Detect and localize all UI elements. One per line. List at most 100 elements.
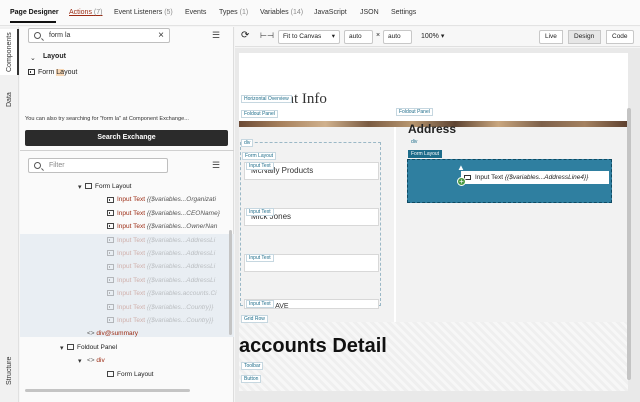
component-form-layout[interactable]: Form Layout (28, 69, 77, 76)
input-text-label-3[interactable]: Input Text (246, 254, 274, 262)
form-layout-drop-zone[interactable]: Input Text {{$variables...AddressLine4}}… (407, 159, 612, 203)
foldout-panel-left-label[interactable]: Foldout Panel (241, 110, 278, 118)
tree-node-label: Form Layout (95, 183, 132, 190)
refresh-icon[interactable]: ⟳ (241, 30, 249, 41)
layout-icon (85, 183, 92, 190)
form-layout-right-label[interactable]: Form Layout (408, 150, 443, 158)
structure-filter-input[interactable]: Filter (28, 158, 168, 173)
tree-node[interactable]: Input Text {{$variables...AddressLi (107, 263, 215, 270)
dimension-separator: × (376, 32, 381, 39)
input-text-icon (107, 236, 114, 243)
tree-expand-icon[interactable]: ▾ (78, 357, 82, 365)
input-text-icon (107, 223, 114, 230)
tab-settings[interactable]: Settings (391, 9, 416, 16)
tree-node[interactable]: Input Text {{$variables...Country}} (107, 317, 213, 324)
tree-node[interactable]: Form Layout (107, 371, 154, 378)
tree-expand-icon[interactable]: ▾ (60, 344, 64, 352)
zoom-select[interactable]: 100% ▾ (421, 32, 444, 40)
tree-node[interactable]: Input Text {{$variables...CEOName} (107, 210, 220, 217)
toolbar-label[interactable]: Toolbar (241, 362, 264, 370)
fit-to-canvas-label: Fit to Canvas (283, 33, 322, 40)
rail-components[interactable]: Components (6, 32, 13, 72)
tree-node-expression: {{$variables...CEOName} (146, 209, 220, 217)
category-layout[interactable]: Layout (43, 53, 66, 60)
mode-design[interactable]: Design (568, 30, 601, 44)
tab-event-listeners[interactable]: Event Listeners (5) (114, 9, 173, 16)
tab-event-listeners-label: Event Listeners (114, 9, 163, 16)
layout-icon (67, 344, 74, 351)
input-text-icon (107, 317, 114, 324)
grid-row-label[interactable]: Grid Row (241, 315, 268, 323)
form-layout-left-label[interactable]: Form Layout (242, 152, 277, 160)
input-text-icon (107, 210, 114, 217)
structure-scrollbar[interactable] (229, 230, 232, 335)
tree-node[interactable]: Input Text {{$variables...AddressLi (107, 277, 215, 284)
tree-node-label: Input Text (117, 209, 146, 217)
tree-node[interactable]: Input Text {{$variables...AddressLi (107, 250, 215, 257)
tab-page-designer[interactable]: Page Designer (10, 9, 59, 16)
structure-menu-icon[interactable]: ☰ (212, 160, 220, 171)
button-label[interactable]: Button (241, 375, 262, 383)
tree-node[interactable]: Input Text {{$variables...Country}} (107, 304, 213, 311)
filter-placeholder: Filter (49, 162, 65, 169)
tree-node-label: Input Text (117, 276, 146, 284)
code-tag-icon: <> (87, 330, 97, 338)
zoom-chevron-icon: ▾ (440, 33, 445, 40)
div-left-label[interactable]: div (241, 139, 254, 147)
height-input[interactable]: auto (383, 30, 412, 44)
tree-node-label: Foldout Panel (77, 343, 118, 351)
input-text-label-4[interactable]: Input Text (246, 300, 274, 308)
dragged-input-text[interactable]: Input Text {{$variables...AddressLine4}} (460, 170, 610, 185)
fit-dropdown-chevron-icon: ▾ (331, 33, 335, 40)
foldout-panel-right-label[interactable]: Foldout Panel (396, 108, 433, 116)
tree-node[interactable]: <> div@summary (87, 330, 138, 337)
tree-node-label: Input Text (117, 196, 146, 204)
tab-actions-count: (7) (93, 9, 103, 16)
tree-node-expression: {{$variables...Organizati (146, 196, 216, 204)
clear-search-icon[interactable]: × (158, 30, 164, 41)
input-text-icon (107, 303, 114, 310)
input-text-icon (107, 250, 114, 257)
component-menu-icon[interactable]: ☰ (212, 30, 220, 41)
canvas-scrollbar[interactable] (627, 108, 631, 380)
tree-node[interactable]: <> div (87, 357, 105, 364)
tree-node-label: Input Text (117, 223, 146, 231)
tree-expand-icon[interactable]: ▾ (78, 183, 82, 191)
input-text-label-2[interactable]: Input Text (246, 208, 274, 216)
tab-types-count: (1) (239, 9, 249, 16)
tab-actions[interactable]: Actions (7) (69, 9, 102, 16)
tree-node[interactable]: Input Text {{$variables...AddressLi (107, 237, 215, 244)
div-right-label[interactable]: div (409, 139, 419, 145)
width-input[interactable]: auto (344, 30, 373, 44)
tab-javascript[interactable]: JavaScript (314, 9, 347, 16)
tab-event-listeners-count: (5) (164, 9, 173, 16)
tab-variables-count: (14) (290, 9, 304, 16)
component-search-input[interactable]: form la × (28, 28, 170, 43)
mode-live[interactable]: Live (539, 30, 563, 44)
fit-width-icon[interactable]: ⊢⊣ (260, 31, 274, 40)
address-heading: Address (408, 122, 457, 136)
tab-json[interactable]: JSON (360, 9, 379, 16)
left-panel: form la × ☰ ⌄ Layout Form Layout You can… (20, 27, 234, 402)
input-text-label-1[interactable]: Input Text (246, 162, 274, 170)
search-exchange-button[interactable]: Search Exchange (25, 130, 228, 146)
rail-data[interactable]: Data (6, 92, 13, 107)
tree-node[interactable]: Input Text {{$variables.accounts.Ci (107, 290, 217, 297)
tree-node[interactable]: Input Text {{$variables...Organizati (107, 196, 216, 203)
tree-node-label: Form Layout (117, 370, 154, 378)
structure-horizontal-scrollbar[interactable] (25, 389, 190, 392)
horizontal-overview-label[interactable]: Horizontal Overview (241, 95, 292, 103)
tab-variables[interactable]: Variables (14) (260, 9, 303, 16)
tree-node[interactable]: Foldout Panel (67, 344, 117, 351)
tab-types[interactable]: Types (1) (219, 9, 248, 16)
fit-to-canvas-select[interactable]: Fit to Canvas ▾ (278, 30, 340, 44)
mode-code[interactable]: Code (606, 30, 634, 44)
tree-node[interactable]: Form Layout (85, 183, 132, 190)
tab-events[interactable]: Events (185, 9, 206, 16)
component-name-match: La (56, 69, 65, 76)
chevron-down-icon[interactable]: ⌄ (30, 54, 36, 62)
rail-structure[interactable]: Structure (6, 357, 13, 385)
layout-icon (107, 370, 114, 377)
tree-node-expression: {{$variables...OwnerNan (146, 223, 218, 231)
tree-node[interactable]: Input Text {{$variables...OwnerNan (107, 223, 217, 230)
